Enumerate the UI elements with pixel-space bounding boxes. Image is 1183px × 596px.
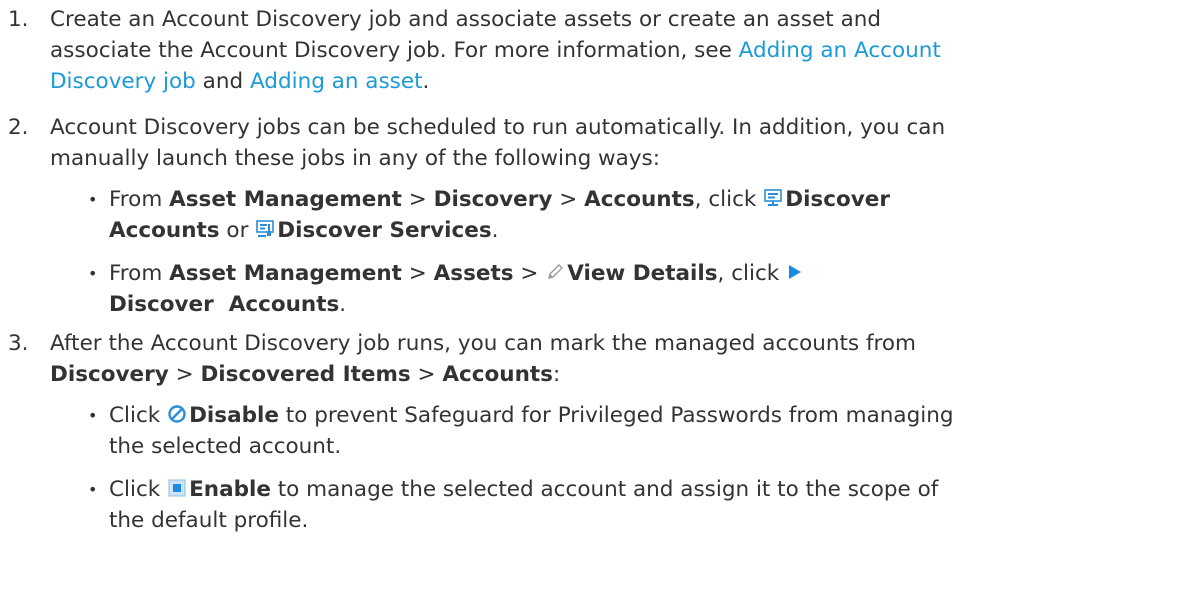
view-details-label: View Details	[567, 261, 718, 286]
text: >	[401, 261, 434, 286]
text: to prevent Safeguard for Privileged Pass…	[278, 403, 954, 428]
enable-label: Enable	[189, 477, 271, 502]
adding-account-discovery-job-link-cont[interactable]: Discovery job	[50, 69, 196, 94]
text-line: Accounts or Discover Services.	[109, 215, 1165, 246]
step-number: 2.	[8, 115, 29, 140]
text: .	[491, 218, 499, 243]
text: >	[513, 261, 546, 286]
step-number: 1.	[8, 7, 29, 32]
step-line: Account Discovery jobs can be scheduled …	[50, 115, 946, 140]
text: >	[410, 362, 443, 387]
discover-accounts-label: Accounts	[109, 218, 220, 243]
step-line: Discovery > Discovered Items > Accounts:	[50, 359, 1165, 390]
text: >	[552, 187, 585, 212]
text-line: the selected account.	[109, 434, 342, 459]
text-line: Click Enable to manage the selected acco…	[109, 474, 1165, 505]
text: Click	[109, 477, 168, 502]
step-number: 3.	[8, 331, 29, 356]
text: Click	[109, 403, 168, 428]
accounts-label: Accounts	[442, 362, 553, 387]
discover-services-label: Discover Services	[277, 218, 492, 243]
text-line: From Asset Management > Assets > View De…	[109, 258, 1165, 289]
asset-management-label: Asset Management	[169, 187, 402, 212]
list-item-text: From Asset Management > Assets > View De…	[109, 258, 1165, 320]
text-line: From Asset Management > Discovery > Acco…	[109, 184, 1165, 215]
bullet: •	[88, 406, 98, 425]
discover-accounts-label: Discover Accounts	[109, 292, 340, 317]
text: .	[422, 69, 430, 94]
list-item-text: Click Disable to prevent Safeguard for P…	[109, 400, 1165, 462]
bullet: •	[88, 190, 98, 209]
adding-account-discovery-job-link[interactable]: Adding an Account	[739, 38, 941, 63]
adding-an-asset-link[interactable]: Adding an asset	[250, 69, 423, 94]
text-line: the default profile.	[109, 508, 309, 533]
text: >	[401, 187, 434, 212]
document: 1. Create an Account Discovery job and a…	[0, 0, 1183, 596]
text: to manage the selected account and assig…	[270, 477, 939, 502]
text: From	[109, 261, 170, 286]
bullet: •	[88, 264, 98, 283]
step-line: Create an Account Discovery job and asso…	[50, 7, 882, 32]
discover-accounts-label: Discover	[785, 187, 890, 212]
text-line: Discover Accounts.	[109, 289, 1165, 320]
monitor-icon	[763, 188, 783, 208]
assets-label: Assets	[433, 261, 514, 286]
list-item-text: Click Enable to manage the selected acco…	[109, 474, 1165, 536]
text: >	[168, 362, 201, 387]
play-icon	[786, 262, 804, 282]
text: , click	[717, 261, 787, 286]
text: and	[195, 69, 250, 94]
text: associate the Account Discovery job. For…	[50, 38, 739, 63]
step-line: associate the Account Discovery job. For…	[50, 35, 1165, 66]
discovered-items-label: Discovered Items	[200, 362, 411, 387]
bullet: •	[88, 480, 98, 499]
discovery-label: Discovery	[433, 187, 553, 212]
text: :	[552, 362, 561, 387]
text: .	[339, 292, 347, 317]
disable-label: Disable	[189, 403, 279, 428]
text-line: Click Disable to prevent Safeguard for P…	[109, 400, 1165, 431]
enable-icon	[167, 478, 187, 498]
accounts-label: Accounts	[584, 187, 695, 212]
text: , click	[694, 187, 764, 212]
list-item-text: From Asset Management > Discovery > Acco…	[109, 184, 1165, 246]
step-text: Account Discovery jobs can be scheduled …	[50, 112, 1165, 174]
pencil-icon	[545, 262, 565, 282]
step-text: Create an Account Discovery job and asso…	[50, 4, 1165, 97]
text: From	[109, 187, 170, 212]
step-text: After the Account Discovery job runs, yo…	[50, 328, 1165, 390]
asset-management-label: Asset Management	[169, 261, 402, 286]
disable-icon	[167, 404, 187, 424]
step-line: After the Account Discovery job runs, yo…	[50, 331, 917, 356]
discovery-label: Discovery	[50, 362, 169, 387]
services-icon	[255, 219, 275, 239]
step-line: Discovery job and Adding an asset.	[50, 66, 1165, 97]
text: or	[219, 218, 256, 243]
step-line: manually launch these jobs in any of the…	[50, 146, 660, 171]
